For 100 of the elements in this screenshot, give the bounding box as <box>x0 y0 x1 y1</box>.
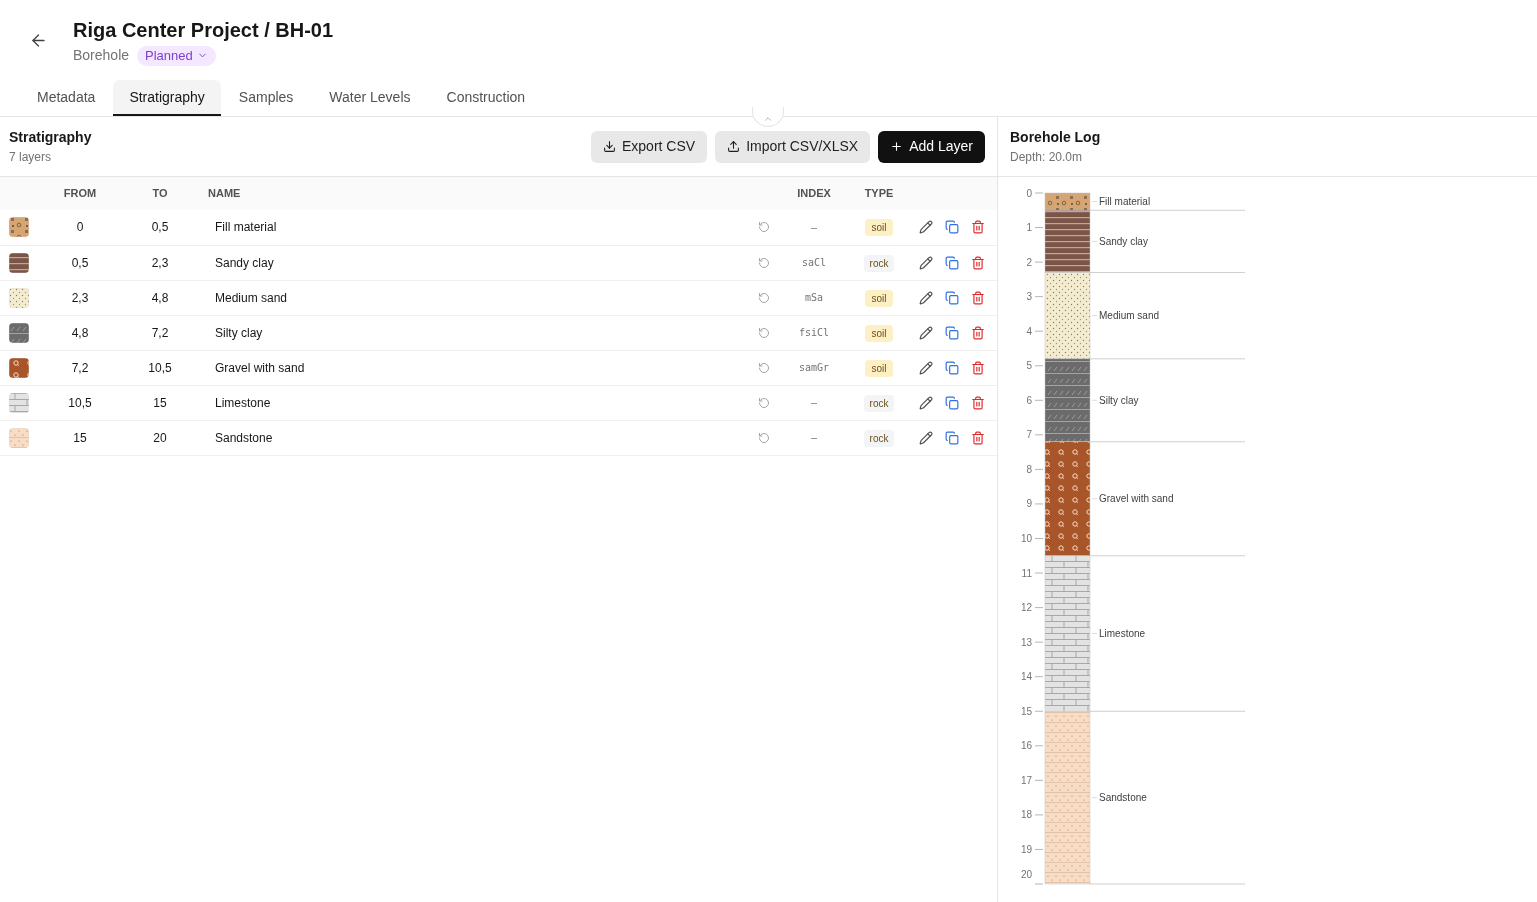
table-cell: 2,3 <box>40 280 120 315</box>
depth-tick-label: 16 <box>1020 740 1032 752</box>
table-cell: 15 <box>120 385 200 420</box>
type-tag: rock <box>863 254 895 272</box>
table-cell: 0,5 <box>120 210 200 245</box>
table-cell: 4,8 <box>40 315 120 350</box>
table-cell: Silty clay <box>200 315 749 350</box>
add-layer-button[interactable]: Add Layer <box>878 130 985 163</box>
tab[interactable]: Metadata <box>19 80 114 116</box>
table-cell: Fill material <box>200 210 749 245</box>
table-cell: fsiCl <box>779 315 849 350</box>
layer-label: Limestone <box>1099 628 1146 639</box>
table-cell: 0,5 <box>40 245 120 280</box>
table-cell: mSa <box>779 280 849 315</box>
copy-icon[interactable] <box>945 255 959 270</box>
column-header: TYPE <box>849 177 909 210</box>
depth-tick-label: 13 <box>1020 636 1032 648</box>
table-cell: Sandstone <box>200 420 749 455</box>
edit-icon[interactable] <box>919 290 933 305</box>
delete-icon[interactable] <box>971 220 985 235</box>
table-cell: 10,5 <box>120 350 200 385</box>
edit-icon[interactable] <box>919 255 933 270</box>
edit-icon[interactable] <box>919 395 933 410</box>
layer-label: Sandstone <box>1099 792 1147 804</box>
type-tag: rock <box>863 394 895 412</box>
copy-icon[interactable] <box>945 395 959 410</box>
depth-tick-label: 7 <box>1026 429 1032 441</box>
plus-icon <box>890 140 904 153</box>
edit-icon[interactable] <box>919 360 933 375</box>
delete-icon[interactable] <box>971 325 985 340</box>
table-cell: Gravel with sand <box>200 350 749 385</box>
table-cell: Sandy clay <box>200 245 749 280</box>
download-icon <box>603 140 616 153</box>
depth-tick-label: 20 <box>1020 869 1032 880</box>
table-cell: 4,8 <box>120 280 200 315</box>
depth-tick-label: 4 <box>1026 325 1032 337</box>
table-cell: samGr <box>779 350 849 385</box>
layer-count: 7 layers <box>9 149 53 166</box>
page-title: Riga Center Project / BH-01 <box>73 18 334 42</box>
type-tag: soil <box>865 359 893 377</box>
table-cell: 2,3 <box>120 245 200 280</box>
tab[interactable]: Stratigraphy <box>113 80 221 116</box>
copy-icon[interactable] <box>945 430 959 445</box>
delete-icon[interactable] <box>971 255 985 270</box>
layer-label: Sandy clay <box>1099 235 1148 247</box>
table-cell: 7,2 <box>40 350 120 385</box>
delete-icon[interactable] <box>971 290 985 305</box>
collapse-handle[interactable] <box>752 107 784 127</box>
type-tag: soil <box>865 324 893 342</box>
column-header: INDEX <box>779 177 849 210</box>
column-header: NAME <box>200 177 749 210</box>
edit-icon[interactable] <box>919 430 933 445</box>
copy-icon[interactable] <box>945 360 959 375</box>
tab[interactable]: Construction <box>428 80 544 116</box>
layer-label: Gravel with sand <box>1099 493 1174 505</box>
copy-icon[interactable] <box>945 325 959 340</box>
depth-tick-label: 17 <box>1020 774 1032 786</box>
layer-label: Silty clay <box>1099 394 1139 406</box>
depth-tick-label: 0 <box>1026 187 1032 199</box>
tab[interactable]: Samples <box>220 80 312 116</box>
table-cell: – <box>779 385 849 420</box>
layer-label: Medium sand <box>1099 310 1160 322</box>
depth-tick-label: 8 <box>1026 463 1032 475</box>
depth-tick-label: 6 <box>1026 394 1032 406</box>
table-cell: 10,5 <box>40 385 120 420</box>
depth-tick-label: 1 <box>1026 222 1032 234</box>
subtitle: Borehole <box>73 46 130 65</box>
table-cell: Medium sand <box>200 280 749 315</box>
column-header: FROM <box>40 177 120 210</box>
export-button[interactable]: Export CSV <box>591 130 708 163</box>
table-cell: – <box>779 420 849 455</box>
status-dropdown[interactable]: Planned <box>137 45 216 66</box>
depth-tick-label: 2 <box>1026 256 1032 268</box>
depth-tick-label: 3 <box>1026 291 1032 303</box>
layer-label: Fill material <box>1099 196 1151 208</box>
delete-icon[interactable] <box>971 395 985 410</box>
depth-tick-label: 14 <box>1020 671 1032 683</box>
type-tag: soil <box>865 219 893 237</box>
column-header: TO <box>120 177 200 210</box>
edit-icon[interactable] <box>919 325 933 340</box>
edit-icon[interactable] <box>919 220 933 235</box>
log-depth: Depth: 20.0m <box>1010 149 1084 166</box>
delete-icon[interactable] <box>971 360 985 375</box>
depth-tick-label: 9 <box>1026 498 1032 510</box>
copy-icon[interactable] <box>945 220 959 235</box>
depth-tick-label: 5 <box>1026 360 1032 372</box>
upload-icon <box>727 140 741 153</box>
copy-icon[interactable] <box>945 290 959 305</box>
log-title: Borehole Log <box>1010 128 1102 147</box>
table-cell: 15 <box>40 420 120 455</box>
table-cell: 0 <box>40 210 120 245</box>
import-button[interactable]: Import CSV/XLSX <box>715 130 871 163</box>
tab[interactable]: Water Levels <box>311 80 429 116</box>
type-tag: rock <box>863 429 895 447</box>
delete-icon[interactable] <box>971 430 985 445</box>
table-cell: – <box>779 210 849 245</box>
depth-tick-label: 19 <box>1020 843 1032 855</box>
table-cell: Limestone <box>200 385 749 420</box>
depth-tick-label: 15 <box>1020 705 1032 717</box>
type-tag: soil <box>865 289 893 307</box>
